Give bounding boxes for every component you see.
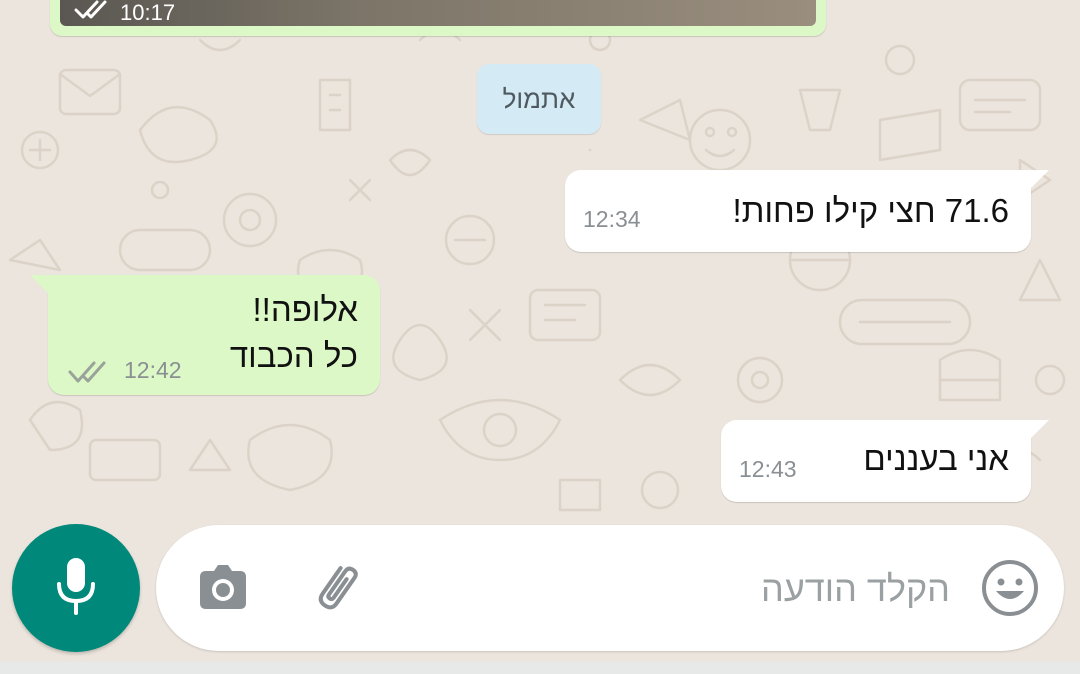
message-line: כל הכבוד: [229, 337, 358, 374]
voice-record-button[interactable]: [12, 524, 140, 652]
paperclip-icon: [304, 566, 370, 625]
smiley-icon: [980, 560, 1040, 622]
bubble-tail: [1031, 420, 1049, 438]
message-time: 12:42: [124, 357, 182, 383]
image-meta: 10:17: [74, 0, 175, 24]
message-text: אני בעננים: [863, 440, 1009, 477]
outgoing-message[interactable]: אלופה!! כל הכבוד 12:42: [30, 275, 380, 395]
double-check-icon: [68, 359, 110, 390]
bubble-tail: [1031, 170, 1049, 188]
incoming-message[interactable]: אני בעננים 12:43: [721, 420, 1049, 502]
attach-button[interactable]: [304, 555, 370, 621]
bubble-tail: [30, 275, 48, 293]
date-separator: אתמול: [477, 64, 601, 134]
message-composer: [156, 525, 1064, 651]
image-thumbnail[interactable]: 10:17: [60, 0, 816, 26]
message-input[interactable]: [528, 553, 952, 625]
bottom-strip: [0, 662, 1080, 674]
emoji-button[interactable]: [980, 558, 1040, 618]
message-line: אלופה!!: [252, 291, 359, 328]
microphone-icon: [51, 554, 101, 622]
message-time: 10:17: [120, 0, 176, 25]
message-text: 71.6 חצי קילו פחות!: [732, 192, 1010, 229]
camera-button[interactable]: [190, 555, 256, 621]
camera-icon: [190, 565, 256, 625]
message-time: 12:34: [583, 206, 641, 232]
message-time: 12:43: [739, 456, 797, 482]
double-check-icon: [74, 0, 110, 24]
previous-image-message[interactable]: 10:17: [50, 0, 826, 36]
incoming-message[interactable]: 71.6 חצי קילו פחות! 12:34: [565, 170, 1049, 252]
message-text: אלופה!! כל הכבוד: [230, 287, 358, 379]
